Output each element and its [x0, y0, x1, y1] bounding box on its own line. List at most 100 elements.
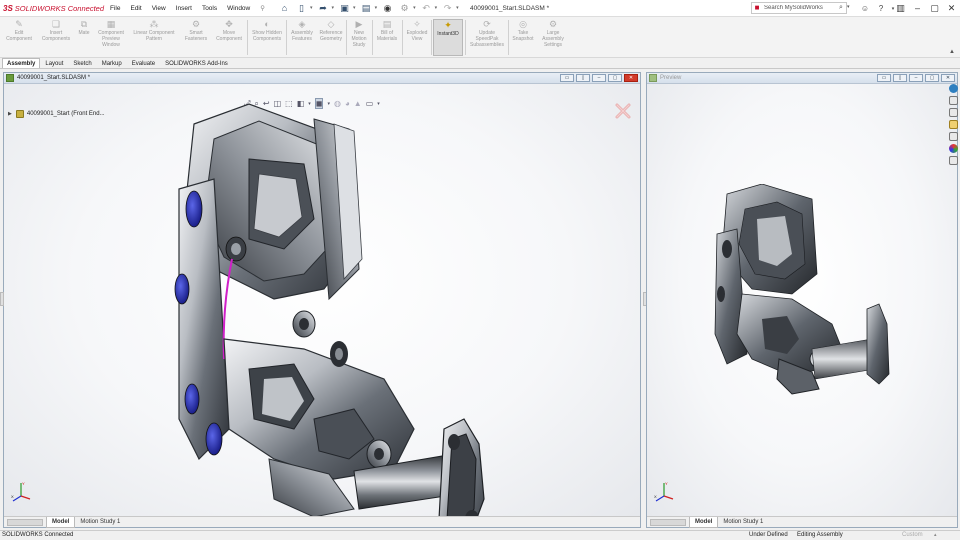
preview-tab-motion-study[interactable]: Motion Study 1	[718, 517, 768, 527]
tab-markup[interactable]: Markup	[97, 58, 127, 68]
menu-tools[interactable]: Tools	[197, 0, 222, 17]
open-dropdown-icon[interactable]: ▾	[332, 5, 335, 11]
collapse-ribbon-icon[interactable]: ▲	[949, 49, 955, 55]
main-minimize-button[interactable]: –	[592, 74, 606, 82]
assembly-model-main[interactable]	[154, 99, 534, 516]
resources-icon[interactable]	[949, 84, 958, 93]
search-icon[interactable]: ⌕	[836, 4, 846, 12]
view-palette-icon[interactable]	[949, 132, 958, 141]
ds-search-icon: ■	[754, 3, 760, 12]
feature-tree-flyout[interactable]: ▶ 40099001_Start (Front End...	[8, 110, 105, 118]
restore-layout-icon[interactable]: ▥	[892, 0, 909, 17]
units-dropdown-icon[interactable]: ▴	[934, 532, 937, 538]
tab-sketch[interactable]: Sketch	[68, 58, 96, 68]
bill-of-materials-button[interactable]: ▤ Bill of Materials	[374, 19, 400, 56]
svg-text:Y: Y	[665, 481, 668, 486]
expand-arrow-icon[interactable]: ▶	[8, 111, 12, 117]
preview-document-icon	[649, 74, 657, 82]
undo-dropdown-icon[interactable]: ▾	[435, 5, 438, 11]
insert-components-button[interactable]: ❏ Insert Components	[38, 19, 74, 56]
status-mode: Editing Assembly	[797, 532, 843, 538]
left-panel-handle[interactable]	[0, 292, 4, 306]
tab-layout[interactable]: Layout	[40, 58, 68, 68]
preview-minimize-button[interactable]: –	[909, 74, 923, 82]
preview-tile-vertical-button[interactable]: ▯	[893, 74, 907, 82]
status-units[interactable]: Custom	[902, 532, 923, 538]
pin-icon[interactable]: ⚲	[255, 0, 270, 17]
tab-evaluate[interactable]: Evaluate	[127, 58, 160, 68]
preview-close-button[interactable]: ✕	[941, 74, 955, 82]
home-pane-icon[interactable]	[949, 96, 958, 105]
menu-view[interactable]: View	[147, 0, 171, 17]
maximize-button[interactable]: ▢	[926, 0, 943, 17]
menu-edit[interactable]: Edit	[125, 0, 146, 17]
tab-assembly[interactable]: Assembly	[2, 58, 41, 68]
graphics-area[interactable]: ▶ 40099001_Start (Front End... ⤢ ⌕ ↩ ◫ ⬚…	[4, 84, 640, 516]
ribbon-separator	[372, 20, 373, 55]
home-icon[interactable]: ⌂	[279, 3, 290, 14]
new-document-icon[interactable]: ▯	[296, 3, 307, 14]
menu-file[interactable]: File	[105, 0, 125, 17]
menu-insert[interactable]: Insert	[171, 0, 197, 17]
preview-tab-model[interactable]: Model	[689, 516, 719, 528]
tab-addins[interactable]: SOLIDWORKS Add-Ins	[160, 58, 233, 68]
print-icon[interactable]: ▤	[361, 3, 372, 14]
large-assembly-settings-button[interactable]: ⚙ Large Assembly Settings	[538, 19, 568, 56]
assembly-model-preview[interactable]	[707, 184, 897, 404]
mate-button[interactable]: ⧉ Mate	[75, 19, 93, 56]
menu-window[interactable]: Window	[222, 0, 255, 17]
save-dropdown-icon[interactable]: ▾	[353, 5, 356, 11]
assembly-features-button[interactable]: ◈ Assembly Features	[288, 19, 316, 56]
edit-component-button[interactable]: ✎ Edit Component	[2, 19, 36, 56]
new-motion-study-button[interactable]: ▶ New Motion Study	[348, 19, 370, 56]
save-icon[interactable]: ▣	[339, 3, 350, 14]
undo-icon[interactable]: ↶	[421, 3, 432, 14]
confirmation-close-icon[interactable]	[614, 102, 632, 120]
custom-properties-icon[interactable]	[949, 156, 958, 165]
update-speedpak-button[interactable]: ⟳ Update SpeedPak Subassemblies	[467, 19, 507, 56]
file-explorer-icon[interactable]	[949, 120, 958, 129]
main-close-button[interactable]: ✕	[624, 74, 638, 82]
move-component-button[interactable]: ✥ Move Component	[213, 19, 245, 56]
component-preview-window-button[interactable]: ▦ Component Preview Window	[94, 19, 128, 56]
search-box[interactable]: ■ Search MySolidWorks ⌕	[751, 2, 847, 14]
instant3d-button[interactable]: ✦ Instant3D	[433, 19, 463, 56]
exploded-view-icon: ✧	[413, 19, 421, 29]
redo-dropdown-icon[interactable]: ▾	[456, 5, 459, 11]
open-icon[interactable]: ➦	[318, 3, 329, 14]
preview-tile-horizontal-button[interactable]: ▭	[877, 74, 891, 82]
new-dropdown-icon[interactable]: ▾	[310, 5, 313, 11]
preview-tab-scroll-bar[interactable]	[650, 518, 686, 526]
appearances-icon[interactable]	[949, 144, 958, 153]
search-dropdown-icon[interactable]: ▾	[847, 4, 850, 10]
tile-vertical-button[interactable]: ▯	[576, 74, 590, 82]
tab-motion-study[interactable]: Motion Study 1	[75, 517, 125, 527]
linear-component-pattern-button[interactable]: ⁂ Linear Component Pattern	[130, 19, 178, 56]
show-hidden-components-button[interactable]: ◐ Show Hidden Components	[250, 19, 284, 56]
tab-scroll-bar[interactable]	[7, 518, 43, 526]
exploded-view-button[interactable]: ✧ Exploded View	[404, 19, 430, 56]
smart-fasteners-button[interactable]: ⚙ Smart Fasteners	[180, 19, 212, 56]
redo-icon[interactable]: ↷	[442, 3, 453, 14]
take-snapshot-button[interactable]: ◎ Take Snapshot	[510, 19, 536, 56]
status-bar: SOLIDWORKS Connected Under Defined Editi…	[0, 530, 960, 540]
rebuild-icon[interactable]: ◉	[382, 3, 393, 14]
tab-model[interactable]: Model	[46, 516, 76, 528]
print-dropdown-icon[interactable]: ▾	[375, 5, 378, 11]
options-icon[interactable]: ⚙	[399, 3, 410, 14]
linear-pattern-icon: ⁂	[149, 19, 159, 29]
app-brand[interactable]: 3S SOLIDWORKS Connected	[0, 4, 104, 13]
search-input[interactable]: Search MySolidWorks	[762, 5, 836, 11]
tile-horizontal-button[interactable]: ▭	[560, 74, 574, 82]
user-icon[interactable]: ☺	[858, 4, 872, 13]
minimize-button[interactable]: –	[909, 0, 926, 17]
main-maximize-button[interactable]: ▢	[608, 74, 622, 82]
design-library-icon[interactable]	[949, 108, 958, 117]
preview-graphics-area[interactable]: Y X	[647, 84, 957, 516]
preview-maximize-button[interactable]: ▢	[925, 74, 939, 82]
assembly-document-icon	[6, 74, 14, 82]
close-button[interactable]: ✕	[943, 0, 960, 17]
options-dropdown-icon[interactable]: ▾	[413, 5, 416, 11]
help-icon[interactable]: ?	[874, 4, 888, 13]
reference-geometry-button[interactable]: ◇ Reference Geometry	[317, 19, 345, 56]
